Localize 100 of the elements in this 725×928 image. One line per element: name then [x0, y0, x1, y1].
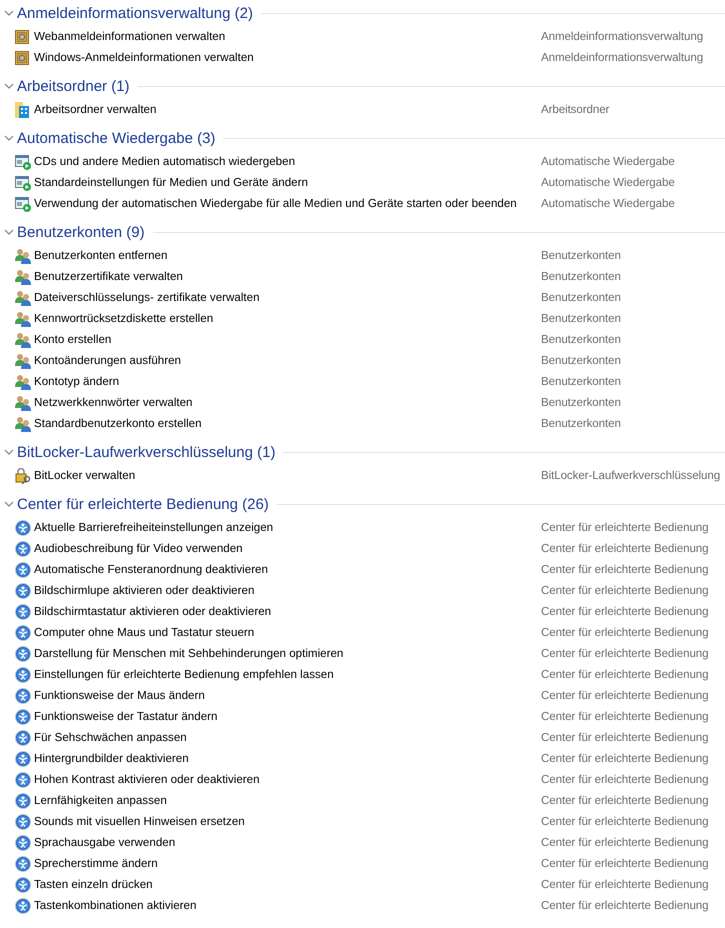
task-link[interactable]: Verwendung der automatischen Wiedergabe für alle Medien und Geräte starten oder beenden	[34, 197, 541, 210]
users-icon	[15, 332, 31, 348]
task-link[interactable]: Hintergrundbilder deaktivieren	[34, 752, 541, 765]
group-heading[interactable]: Benutzerkonten (9)	[17, 224, 145, 240]
folder-building-icon	[15, 102, 31, 118]
task-link[interactable]: Einstellungen für erleichterte Bedienung empfehlen lassen	[34, 668, 541, 681]
category-label: Center für erleichterte Bedienung	[541, 584, 708, 597]
task-link[interactable]: Darstellung für Menschen mit Sehbehinderungen optimieren	[34, 647, 541, 660]
accessibility-icon	[15, 604, 31, 620]
category-label: Center für erleichterte Bedienung	[541, 899, 708, 912]
group-heading[interactable]: Anmeldeinformationsverwaltung (2)	[17, 4, 253, 22]
task-link[interactable]: Aktuelle Barrierefreiheiteinstellungen anzeigen	[34, 521, 541, 534]
users-icon	[15, 268, 31, 284]
task-link[interactable]: Dateiverschlüsselungs- zertifikate verwalten	[34, 291, 541, 304]
accessibility-icon	[15, 856, 31, 872]
category-label: Center für erleichterte Bedienung	[541, 836, 708, 849]
category-label: Anmeldeinformationsverwaltung	[541, 30, 704, 43]
task-link[interactable]: Sprachausgabe verwenden	[34, 836, 541, 849]
task-link[interactable]: Standardbenutzerkonto erstellen	[34, 417, 541, 430]
task-link[interactable]: BitLocker verwalten	[34, 469, 541, 482]
task-link[interactable]: Sprecherstimme ändern	[34, 857, 541, 870]
chevron-icon[interactable]	[4, 133, 14, 143]
users-icon	[15, 310, 31, 326]
task-link[interactable]: Standardeinstellungen für Medien und Geräte ändern	[34, 176, 541, 189]
accessibility-icon	[15, 624, 31, 640]
task-link[interactable]: Benutzerkonten entfernen	[34, 249, 541, 262]
category-label: Center für erleichterte Bedienung	[541, 563, 708, 576]
task-link[interactable]: Automatische Fensteranordnung deaktivieren	[34, 563, 541, 576]
category-label: Center für erleichterte Bedienung	[541, 626, 708, 639]
category-label: Benutzerkonten	[541, 249, 621, 262]
task-link[interactable]: Sounds mit visuellen Hinweisen ersetzen	[34, 815, 541, 828]
task-link[interactable]: Lernfähigkeiten anpassen	[34, 794, 541, 807]
task-link[interactable]: Kontotyp ändern	[34, 375, 541, 388]
chevron-icon[interactable]	[4, 447, 14, 457]
category-label: Center für erleichterte Bedienung	[541, 542, 708, 555]
category-label: Benutzerkonten	[541, 291, 621, 304]
category-label: Center für erleichterte Bedienung	[541, 857, 708, 870]
category-label: Benutzerkonten	[541, 396, 621, 409]
category-label: Arbeitsordner	[541, 103, 610, 116]
category-label: Anmeldeinformationsverwaltung	[541, 51, 704, 64]
accessibility-icon	[15, 582, 31, 598]
accessibility-icon	[15, 876, 31, 892]
task-link[interactable]: Hohen Kontrast aktivieren oder deaktivieren	[34, 773, 541, 786]
accessibility-icon	[15, 898, 31, 914]
safe-icon	[15, 30, 29, 44]
category-label: Automatische Wiedergabe	[541, 197, 675, 210]
category-label: Center für erleichterte Bedienung	[541, 521, 708, 534]
task-link[interactable]: Arbeitsordner verwalten	[34, 103, 541, 116]
window-play-icon	[15, 174, 31, 190]
task-link[interactable]: Kennwortrücksetzdiskette erstellen	[34, 312, 541, 325]
category-label: Center für erleichterte Bedienung	[541, 668, 708, 681]
group-heading[interactable]: Automatische Wiedergabe (3)	[17, 130, 216, 146]
category-label: Benutzerkonten	[541, 312, 621, 325]
category-label: Benutzerkonten	[541, 270, 621, 283]
category-label: Benutzerkonten	[541, 333, 621, 346]
chevron-icon[interactable]	[4, 227, 14, 237]
category-label: Center für erleichterte Bedienung	[541, 605, 708, 618]
category-label: Center für erleichterte Bedienung	[541, 647, 708, 660]
task-link[interactable]: Funktionsweise der Tastatur ändern	[34, 710, 541, 723]
category-label: Center für erleichterte Bedienung	[541, 689, 708, 702]
category-label: Center für erleichterte Bedienung	[541, 710, 708, 723]
task-link[interactable]: Kontoänderungen ausführen	[34, 354, 541, 367]
users-icon	[15, 290, 31, 306]
users-icon	[15, 394, 31, 410]
task-link[interactable]: Tastenkombinationen aktivieren	[34, 899, 541, 912]
accessibility-icon	[15, 562, 31, 578]
window-play-icon	[15, 196, 31, 212]
category-label: Automatische Wiedergabe	[541, 176, 675, 189]
task-link[interactable]: Benutzerzertifikate verwalten	[34, 270, 541, 283]
task-link[interactable]: Webanmeldeinformationen verwalten	[34, 30, 541, 43]
task-link[interactable]: Für Sehschwächen anpassen	[34, 731, 541, 744]
group-heading[interactable]: Center für erleichterte Bedienung (26)	[17, 496, 269, 512]
task-link[interactable]: Tasten einzeln drücken	[34, 878, 541, 891]
group-heading[interactable]: BitLocker-Laufwerkverschlüsselung (1)	[17, 444, 276, 460]
task-link[interactable]: Funktionsweise der Maus ändern	[34, 689, 541, 702]
chevron-icon[interactable]	[4, 8, 14, 18]
accessibility-icon	[15, 540, 31, 556]
users-icon	[15, 416, 31, 432]
accessibility-icon	[15, 646, 31, 662]
chevron-icon[interactable]	[4, 81, 14, 91]
users-icon	[15, 248, 31, 264]
chevron-icon[interactable]	[4, 499, 14, 509]
accessibility-icon	[15, 666, 31, 682]
task-link[interactable]: Bildschirmlupe aktivieren oder deaktivieren	[34, 584, 541, 597]
users-icon	[15, 374, 31, 390]
task-link[interactable]: Audiobeschreibung für Video verwenden	[34, 542, 541, 555]
accessibility-icon	[15, 792, 31, 808]
task-link[interactable]: Konto erstellen	[34, 333, 541, 346]
task-link[interactable]: Netzwerkkennwörter verwalten	[34, 396, 541, 409]
window-play-icon	[15, 154, 31, 170]
group-heading[interactable]: Arbeitsordner (1)	[17, 78, 130, 94]
accessibility-icon	[15, 772, 31, 788]
task-link[interactable]: Windows-Anmeldeinformationen verwalten	[34, 51, 541, 64]
task-link[interactable]: Computer ohne Maus und Tastatur steuern	[34, 626, 541, 639]
task-link[interactable]: CDs und andere Medien automatisch wiedergeben	[34, 155, 541, 168]
accessibility-icon	[15, 834, 31, 850]
category-label: Benutzerkonten	[541, 375, 621, 388]
category-label: Benutzerkonten	[541, 417, 621, 430]
task-link[interactable]: Bildschirmtastatur aktivieren oder deaktivieren	[34, 605, 541, 618]
category-label: BitLocker-Laufwerkverschlüsselung	[541, 469, 720, 482]
